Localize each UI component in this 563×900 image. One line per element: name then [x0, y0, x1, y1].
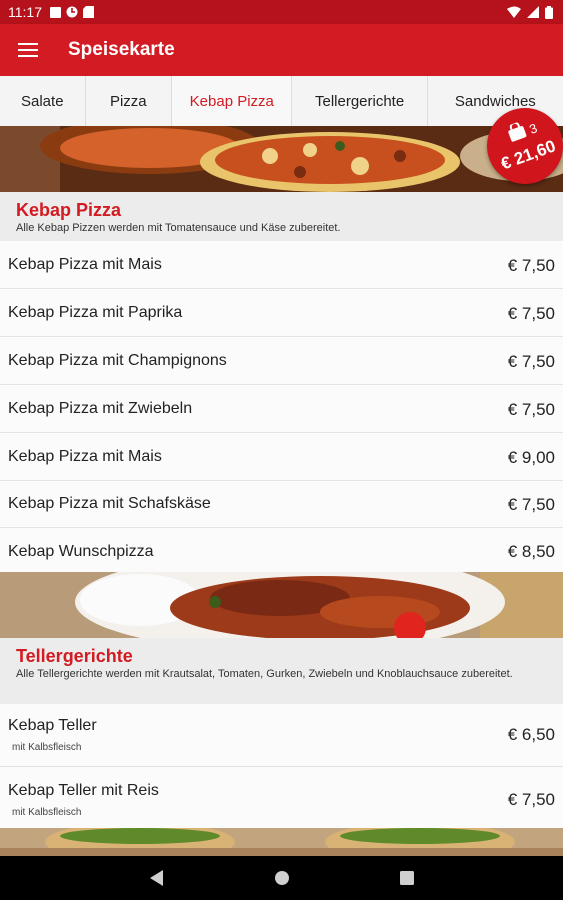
plate-image [0, 572, 563, 638]
menu-item-price: € 7,50 [507, 495, 555, 514]
kebap-pizza-banner [0, 126, 563, 192]
menu-item-row[interactable]: Kebap Pizza mit Mais € 7,50 [0, 241, 563, 289]
sandwiches-banner [0, 828, 563, 856]
home-icon[interactable] [274, 870, 290, 886]
menu-item-price: € 9,00 [507, 448, 555, 467]
category-tabs: Salate Pizza Kebap Pizza Tellergerichte … [0, 76, 563, 127]
tab-kebap-pizza[interactable]: Kebap Pizza [172, 76, 293, 126]
menu-item-price: € 7,50 [507, 352, 555, 371]
menu-item-row[interactable]: Kebap Pizza mit Schafskäse € 7,50 [0, 481, 563, 528]
menu-item-note: mit Kalbsfleisch [12, 807, 82, 818]
menu-item-row[interactable]: Kebap Pizza mit Paprika € 7,50 [0, 289, 563, 337]
menu-item-name: Kebap Pizza mit Zwiebeln [8, 400, 193, 417]
tab-pizza[interactable]: Pizza [86, 76, 173, 126]
menu-item-row[interactable]: Kebap Pizza mit Zwiebeln € 7,50 [0, 385, 563, 433]
section-header-kebap-pizza: Kebap Pizza Alle Kebap Pizzen werden mit… [0, 192, 563, 241]
sandwich-image [0, 828, 563, 856]
menu-icon[interactable] [18, 39, 38, 61]
menu-item-name: Kebap Pizza mit Mais [8, 256, 162, 273]
tab-tellergerichte[interactable]: Tellergerichte [292, 76, 428, 126]
menu-item-name: Kebap Teller mit Reis [8, 782, 159, 799]
status-time: 11:17 [8, 4, 42, 20]
battery-icon [545, 5, 553, 19]
menu-item-price: € 7,50 [507, 400, 555, 419]
menu-item-note: mit Kalbsfleisch [12, 742, 82, 753]
menu-item-name: Kebap Pizza mit Champignons [8, 352, 227, 369]
app-bar: Speisekarte [0, 24, 563, 76]
menu-item-row[interactable]: Kebap Pizza mit Champignons € 7,50 [0, 337, 563, 385]
section-description: Alle Kebap Pizzen werden mit Tomatensauc… [16, 222, 341, 234]
menu-item-price: € 7,50 [507, 790, 555, 809]
shopping-bag-icon [508, 121, 527, 142]
system-nav-bar [0, 856, 563, 900]
notification-icon [50, 6, 61, 18]
menu-item-price: € 7,50 [507, 256, 555, 275]
wifi-icon [507, 6, 521, 18]
status-bar: 11:17 [0, 0, 563, 24]
cart-button[interactable]: 3 € 21,60 [487, 108, 563, 184]
menu-item-row[interactable]: Kebap Teller mit Kalbsfleisch € 6,50 [0, 704, 563, 767]
menu-item-row[interactable]: Kebap Pizza mit Mais € 9,00 [0, 433, 563, 481]
page-title: Speisekarte [68, 39, 175, 60]
sd-card-icon [83, 6, 94, 18]
menu-item-row[interactable]: Kebap Teller mit Reis mit Kalbsfleisch €… [0, 767, 563, 828]
pizza-image [0, 126, 563, 192]
data-saver-icon [66, 6, 78, 18]
section-description: Alle Tellergerichte werden mit Krautsala… [16, 668, 513, 680]
menu-item-name: Kebap Teller [8, 717, 97, 734]
menu-item-name: Kebap Wunschpizza [8, 543, 154, 560]
menu-item-price: € 8,50 [507, 542, 555, 561]
menu-item-row[interactable]: Kebap Wunschpizza € 8,50 [0, 528, 563, 572]
menu-item-name: Kebap Pizza mit Paprika [8, 304, 183, 321]
menu-item-name: Kebap Pizza mit Schafskäse [8, 495, 211, 512]
menu-item-price: € 7,50 [507, 304, 555, 323]
tellergerichte-banner [0, 572, 563, 638]
recents-icon[interactable] [399, 871, 414, 885]
menu-item-name: Kebap Pizza mit Mais [8, 448, 162, 465]
section-header-tellergerichte: Tellergerichte Alle Tellergerichte werde… [0, 638, 563, 704]
signal-icon [527, 6, 539, 18]
cart-total: € 21,60 [498, 136, 559, 174]
menu-item-price: € 6,50 [507, 725, 555, 744]
section-title: Kebap Pizza [16, 200, 122, 220]
tab-salate[interactable]: Salate [0, 76, 86, 126]
cart-count: 3 [527, 120, 540, 137]
back-icon[interactable] [149, 870, 164, 886]
section-title: Tellergerichte [16, 646, 133, 666]
